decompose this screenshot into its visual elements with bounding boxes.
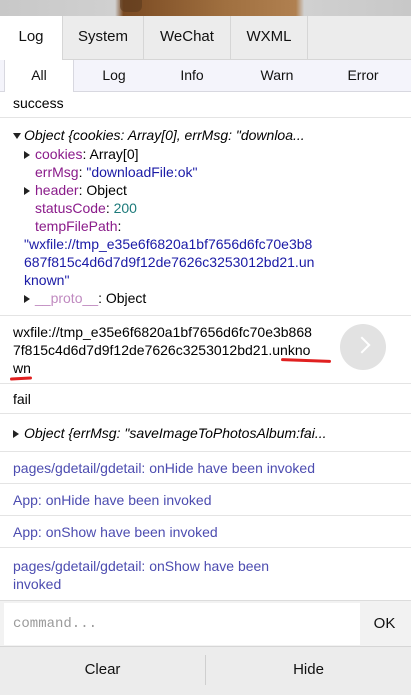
- clear-button[interactable]: Clear: [0, 647, 205, 696]
- filter-error[interactable]: Error: [326, 60, 400, 92]
- prop-statuscode: statusCode: 200: [35, 200, 137, 216]
- expand-caret-icon[interactable]: [13, 430, 19, 439]
- log-entry-info: App: onHide have been invoked: [0, 484, 411, 516]
- log-entry-info: App: onShow have been invoked: [0, 516, 411, 548]
- red-underline-annotation: [280, 358, 332, 363]
- filter-info[interactable]: Info: [156, 60, 228, 92]
- log-entry-success: success: [0, 92, 411, 118]
- console-tab-bar: Log System WeChat WXML: [0, 16, 411, 60]
- next-arrow-button[interactable]: [340, 324, 386, 370]
- object-summary[interactable]: Object {cookies: Array[0], errMsg: "down…: [13, 127, 305, 143]
- info-text: pages/gdetail/gdetail: onHide have been …: [13, 460, 316, 476]
- prop-errmsg: errMsg: "downloadFile:ok": [35, 164, 198, 180]
- collapse-caret-icon[interactable]: [24, 187, 30, 196]
- prop-tempfilepath: tempFilePath:: [35, 218, 122, 234]
- log-level-filter-bar: All Log Info Warn Error: [0, 60, 411, 92]
- prop-cookies[interactable]: cookies: Array[0]: [24, 146, 139, 162]
- log-entry-info: pages/gdetail/gdetail: onHide have been …: [0, 452, 411, 484]
- info-text-line-1: pages/gdetail/gdetail: onShow have been: [13, 558, 270, 574]
- filter-warn[interactable]: Warn: [240, 60, 314, 92]
- log-text: success: [13, 95, 64, 111]
- tab-system[interactable]: System: [63, 16, 144, 60]
- background-image-detail: [120, 0, 142, 12]
- log-entry-fail-object[interactable]: Object {errMsg: "saveImageToPhotosAlbum:…: [0, 414, 411, 452]
- tempfilepath-line-3: known": [24, 272, 70, 288]
- red-underline-annotation: [9, 376, 33, 381]
- filter-all[interactable]: All: [4, 60, 74, 92]
- tab-wechat[interactable]: WeChat: [144, 16, 231, 60]
- prop-value: "downloadFile:ok": [86, 164, 198, 180]
- log-entry-object[interactable]: Object {cookies: Array[0], errMsg: "down…: [0, 118, 411, 316]
- info-text: App: onHide have been invoked: [13, 492, 212, 508]
- fail-object-summary[interactable]: Object {errMsg: "saveImageToPhotosAlbum:…: [13, 425, 326, 441]
- filter-log[interactable]: Log: [78, 60, 150, 92]
- prop-key: errMsg: [35, 164, 79, 180]
- chevron-right-icon: [353, 336, 371, 354]
- prop-value: : Array[0]: [82, 146, 139, 162]
- fail-object-text: Object {errMsg: "saveImageToPhotosAlbum:…: [24, 425, 327, 441]
- collapse-caret-icon[interactable]: [24, 295, 30, 304]
- prop-header[interactable]: header: Object: [24, 182, 127, 198]
- object-summary-text: Object {cookies: Array[0], errMsg: "down…: [24, 127, 305, 143]
- tab-wxml[interactable]: WXML: [231, 16, 308, 60]
- collapse-caret-icon[interactable]: [24, 151, 30, 160]
- log-entry-fail: fail: [0, 384, 411, 414]
- tempfilepath-line-1: "wxfile://tmp_e35e6f6820a1bf7656d6fc70e3…: [24, 236, 313, 252]
- prop-value: 200: [113, 200, 137, 216]
- command-bar: OK: [0, 600, 411, 646]
- expand-caret-icon[interactable]: [13, 133, 21, 140]
- tempfilepath-line-2: 687f815c4d6d7d9f12de7626c3253012bd21.un: [24, 254, 315, 270]
- tab-log[interactable]: Log: [0, 16, 63, 60]
- log-text: fail: [13, 391, 31, 407]
- hide-button[interactable]: Hide: [206, 647, 411, 696]
- filepath-line-2: 7f815c4d6d7d9f12de7626c3253012bd21.unkno: [13, 342, 311, 358]
- prop-key: __proto__: [35, 290, 99, 306]
- filepath-line-3: wn: [13, 360, 31, 376]
- info-text: App: onShow have been invoked: [13, 524, 218, 540]
- prop-key: tempFilePath: [35, 218, 118, 234]
- ok-button[interactable]: OK: [362, 601, 407, 647]
- prop-value: : Object: [78, 182, 127, 198]
- info-text-line-2: invoked: [13, 576, 62, 592]
- prop-key: header: [35, 182, 79, 198]
- filepath-line-1: wxfile://tmp_e35e6f6820a1bf7656d6fc70e3b…: [13, 324, 312, 340]
- background-image-strip: [0, 0, 411, 16]
- log-entry-info: pages/gdetail/gdetail: onShow have been …: [0, 548, 411, 600]
- prop-proto[interactable]: __proto__: Object: [24, 290, 146, 306]
- command-input[interactable]: [4, 603, 360, 645]
- prop-value: : Object: [98, 290, 147, 306]
- prop-key: cookies: [35, 146, 83, 162]
- bottom-action-bar: Clear Hide: [0, 646, 411, 695]
- log-list[interactable]: success Object {cookies: Array[0], errMs…: [0, 92, 411, 600]
- prop-key: statusCode: [35, 200, 106, 216]
